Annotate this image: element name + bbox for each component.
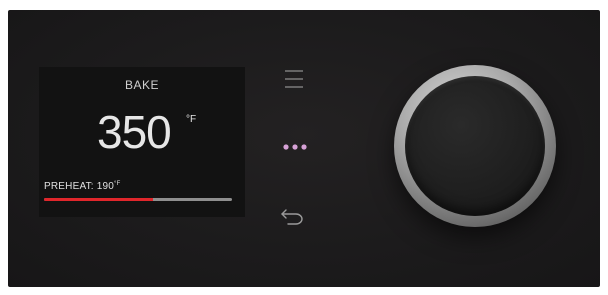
cooking-mode-label: BAKE bbox=[124, 78, 159, 92]
oven-control-panel: BAKE 350 °F PREHEAT: 190°F bbox=[8, 10, 600, 287]
control-knob[interactable] bbox=[394, 65, 556, 227]
preheat-progress-bar bbox=[44, 198, 232, 201]
back-icon[interactable] bbox=[280, 206, 306, 226]
preheat-progress-fill bbox=[44, 198, 154, 201]
temperature-unit: °F bbox=[186, 114, 197, 125]
control-knob-face[interactable] bbox=[405, 76, 545, 216]
more-icon[interactable] bbox=[281, 140, 309, 154]
menu-icon[interactable] bbox=[283, 68, 305, 90]
status-display: BAKE 350 °F PREHEAT: 190°F bbox=[39, 67, 245, 217]
preheat-status: PREHEAT: 190°F bbox=[44, 181, 121, 192]
preheat-unit: °F bbox=[114, 181, 121, 187]
temperature-value: 350 bbox=[97, 106, 172, 158]
preheat-label: PREHEAT: 190 bbox=[44, 181, 115, 192]
